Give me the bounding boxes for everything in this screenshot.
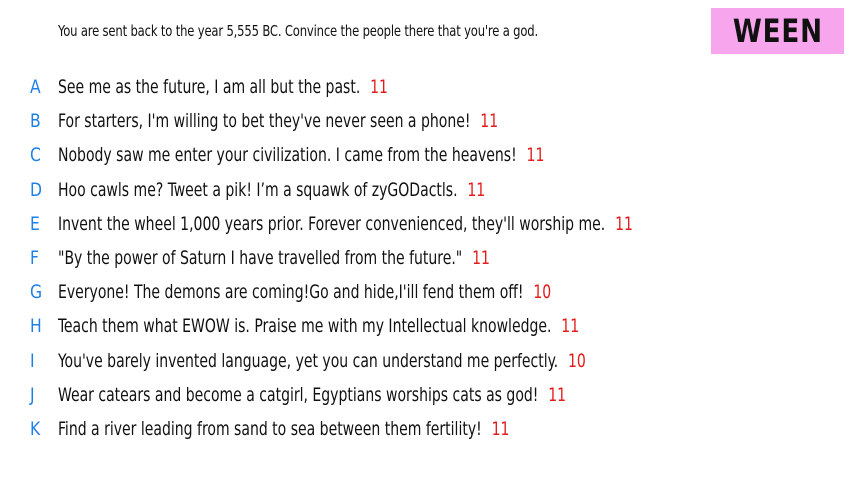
response-letter: C [30,144,41,167]
response-score: 11 [480,110,499,133]
response-text: Invent the wheel 1,000 years prior. Fore… [58,212,606,235]
response-text: For starters, I'm willing to bet they've… [58,110,471,133]
response-row: F "By the power of Saturn I have travell… [0,241,853,275]
response-line: Nobody saw me enter your civilization. I… [58,144,544,166]
response-score: 11 [615,212,633,235]
response-line: Hoo cawls me? Tweet a pik! I’m a squawk … [58,179,485,201]
response-score: 11 [467,178,486,201]
response-line: You've barely invented language, yet you… [58,350,586,372]
response-letter: J [30,383,35,406]
response-line: Teach them what EWOW is. Praise me with … [58,315,579,337]
response-text: You've barely invented language, yet you… [58,349,559,372]
response-row: D Hoo cawls me? Tweet a pik! I’m a squaw… [0,173,853,207]
response-text: Find a river leading from sand to sea be… [58,417,482,440]
response-score: 10 [533,281,552,304]
response-score: 11 [526,144,545,167]
response-line: Invent the wheel 1,000 years prior. Fore… [58,213,633,235]
response-row: A See me as the future, I am all but the… [0,70,853,104]
response-text: Everyone! The demons are coming!Go and h… [58,281,524,304]
response-letter: G [30,281,43,304]
response-letter: A [30,76,41,99]
response-score: 10 [567,349,586,372]
response-text: Nobody saw me enter your civilization. I… [58,144,517,167]
response-line: Wear catears and become a catgirl, Egypt… [58,384,566,406]
response-line: Find a river leading from sand to sea be… [58,418,509,440]
response-line: See me as the future, I am all but the p… [58,76,388,98]
response-letter: H [30,315,42,338]
ween-badge: WEEN [711,8,844,54]
response-score: 11 [561,315,580,338]
response-row: K Find a river leading from sand to sea … [0,412,853,446]
response-letter: B [30,110,41,133]
response-letter: K [30,417,41,440]
response-text: "By the power of Saturn I have travelled… [58,247,463,270]
response-row: J Wear catears and become a catgirl, Egy… [0,378,853,412]
response-line: For starters, I'm willing to bet they've… [58,110,498,132]
response-row: E Invent the wheel 1,000 years prior. Fo… [0,207,853,241]
response-score: 11 [472,247,490,270]
response-row: I You've barely invented language, yet y… [0,344,853,378]
response-row: H Teach them what EWOW is. Praise me wit… [0,309,853,343]
response-score: 11 [370,76,388,99]
response-score: 11 [548,383,567,406]
response-letter: E [30,212,40,235]
response-text: Wear catears and become a catgirl, Egypt… [58,383,539,406]
response-text: Hoo cawls me? Tweet a pik! I’m a squawk … [58,178,458,201]
response-row: B For starters, I'm willing to bet they'… [0,104,853,138]
response-letter: D [30,178,43,201]
response-letter: F [30,247,39,270]
response-text: Teach them what EWOW is. Praise me with … [58,315,552,338]
response-line: "By the power of Saturn I have travelled… [58,247,490,269]
response-line: Everyone! The demons are coming!Go and h… [58,281,551,303]
response-score: 11 [491,417,510,440]
response-letter: I [30,349,35,372]
response-row: G Everyone! The demons are coming!Go and… [0,275,853,309]
response-text: See me as the future, I am all but the p… [58,76,361,99]
response-list: A See me as the future, I am all but the… [0,70,853,446]
response-row: C Nobody saw me enter your civilization.… [0,138,853,172]
prompt-text: You are sent back to the year 5,555 BC. … [58,22,539,40]
ween-badge-label: WEEN [732,12,823,50]
